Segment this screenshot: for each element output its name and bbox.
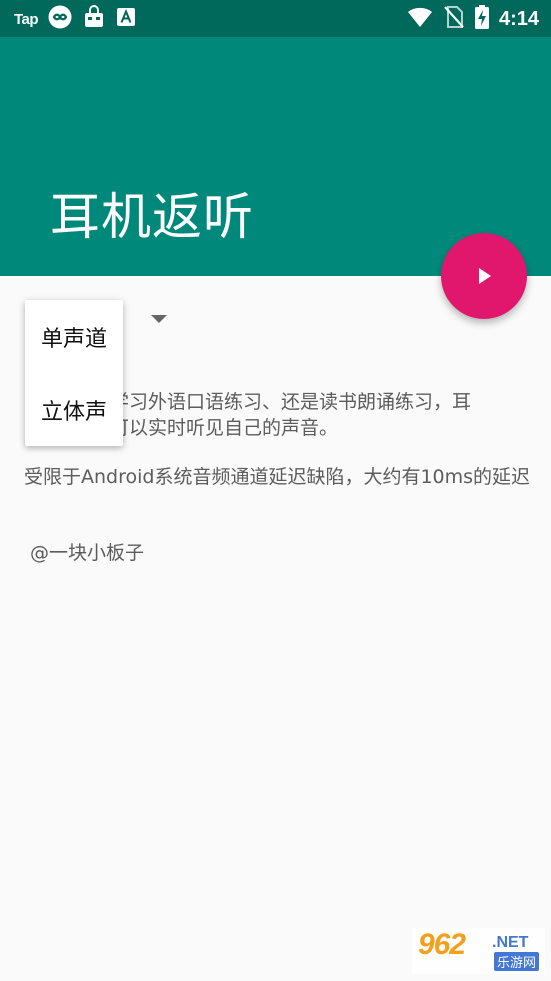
status-bar-right: 4:14 (407, 5, 539, 33)
play-icon (479, 268, 491, 284)
watermark-sub: 乐游网 (494, 952, 540, 971)
play-button[interactable] (441, 233, 527, 319)
channel-mode-dropdown: 单声道 立体声 (25, 300, 123, 446)
latency-note: 受限于Android系统音频通道延迟缺陷，大约有10ms的延迟 (24, 466, 531, 488)
app-title: 耳机返听 (50, 188, 254, 246)
battery-charging-icon (474, 5, 489, 33)
watermark-main: 962 (418, 928, 466, 961)
infinity-app-icon (48, 5, 72, 33)
wifi-icon (407, 6, 433, 32)
font-a-icon (116, 7, 136, 31)
status-bar-left: Tap (14, 5, 136, 33)
dropdown-option-mono[interactable]: 单声道 (25, 300, 123, 373)
shopping-bag-icon (82, 5, 106, 33)
watermark-domain: .NET (492, 934, 529, 951)
watermark-logo: 962 .NET 乐游网 (412, 928, 545, 974)
no-sim-icon (443, 5, 465, 33)
author-credit: @一块小板子 (30, 542, 145, 564)
clock-time: 4:14 (498, 7, 539, 30)
status-bar: Tap 4:14 (0, 0, 551, 37)
tap-label: Tap (14, 10, 39, 28)
dropdown-option-stereo[interactable]: 立体声 (25, 373, 123, 446)
spinner-dropdown-arrow-icon[interactable] (151, 315, 167, 323)
